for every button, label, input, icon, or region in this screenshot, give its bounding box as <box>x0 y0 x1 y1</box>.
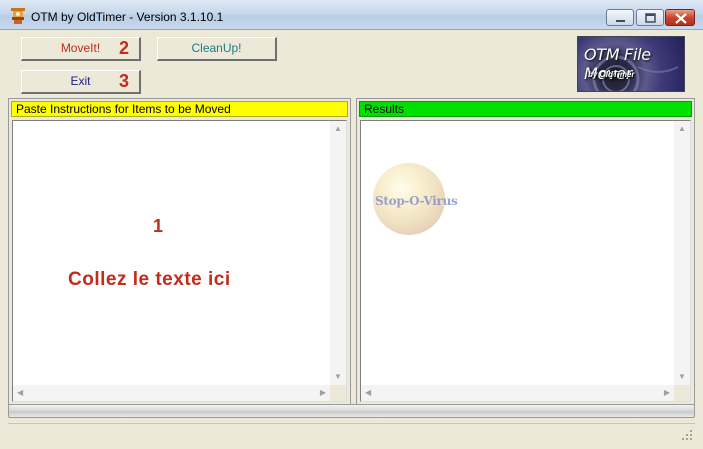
maximize-icon <box>645 13 656 23</box>
maximize-button[interactable] <box>636 9 664 26</box>
scroll-left-icon[interactable]: ◀ <box>17 389 23 397</box>
scroll-down-icon[interactable]: ▼ <box>678 373 686 381</box>
instructions-vertical-scrollbar[interactable]: ▲ ▼ <box>330 121 346 385</box>
instructions-header-label: Paste Instructions for Items to be Moved <box>16 102 231 116</box>
results-textbox[interactable]: Stop-O-Virus ▲ ▼ ◀ ▶ <box>360 120 691 402</box>
scroll-right-icon[interactable]: ▶ <box>320 389 326 397</box>
instructions-horizontal-scrollbar[interactable]: ◀ ▶ <box>13 385 330 401</box>
instructions-textbox[interactable]: 1 Collez le texte ici ▲ ▼ ◀ ▶ <box>12 120 347 402</box>
window-title: OTM by OldTimer - Version 3.1.10.1 <box>31 10 224 24</box>
step-2-label: 2 <box>119 38 130 58</box>
step-3-label: 3 <box>119 71 130 91</box>
progress-bar <box>8 404 695 418</box>
results-header: Results <box>359 101 692 117</box>
title-bar[interactable]: OTM by OldTimer - Version 3.1.10.1 <box>0 0 703 30</box>
close-icon <box>675 13 687 24</box>
scroll-up-icon[interactable]: ▲ <box>678 125 686 133</box>
scroll-corner <box>674 385 690 401</box>
scroll-down-icon[interactable]: ▼ <box>334 373 342 381</box>
minimize-button[interactable] <box>606 9 634 26</box>
paste-hint: Collez le texte ici <box>68 269 231 290</box>
results-vertical-scrollbar[interactable]: ▲ ▼ <box>674 121 690 385</box>
minimize-icon <box>616 20 625 22</box>
instructions-panel: Paste Instructions for Items to be Moved… <box>8 98 351 406</box>
logo-subtitle: by OldTimer <box>588 70 635 79</box>
watermark-text: Stop-O-Virus <box>375 194 458 208</box>
scroll-left-icon[interactable]: ◀ <box>365 389 371 397</box>
main-window: MoveIt! 2 CleanUp! Exit 3 OTM File Mover… <box>4 31 699 445</box>
scroll-up-icon[interactable]: ▲ <box>334 125 342 133</box>
results-panel: Results Stop-O-Virus ▲ ▼ ◀ ▶ <box>356 98 695 406</box>
app-icon <box>11 8 25 24</box>
scroll-corner <box>330 385 346 401</box>
resize-grip-icon[interactable] <box>681 429 693 441</box>
otm-logo: OTM File Mover by OldTimer <box>577 36 685 92</box>
status-bar <box>8 423 695 443</box>
scroll-right-icon[interactable]: ▶ <box>664 389 670 397</box>
results-horizontal-scrollbar[interactable]: ◀ ▶ <box>361 385 674 401</box>
cleanup-button[interactable]: CleanUp! <box>157 37 277 61</box>
instructions-header: Paste Instructions for Items to be Moved <box>11 101 348 117</box>
close-button[interactable] <box>665 9 695 26</box>
results-header-label: Results <box>364 102 405 116</box>
step-1-label: 1 <box>153 216 164 236</box>
